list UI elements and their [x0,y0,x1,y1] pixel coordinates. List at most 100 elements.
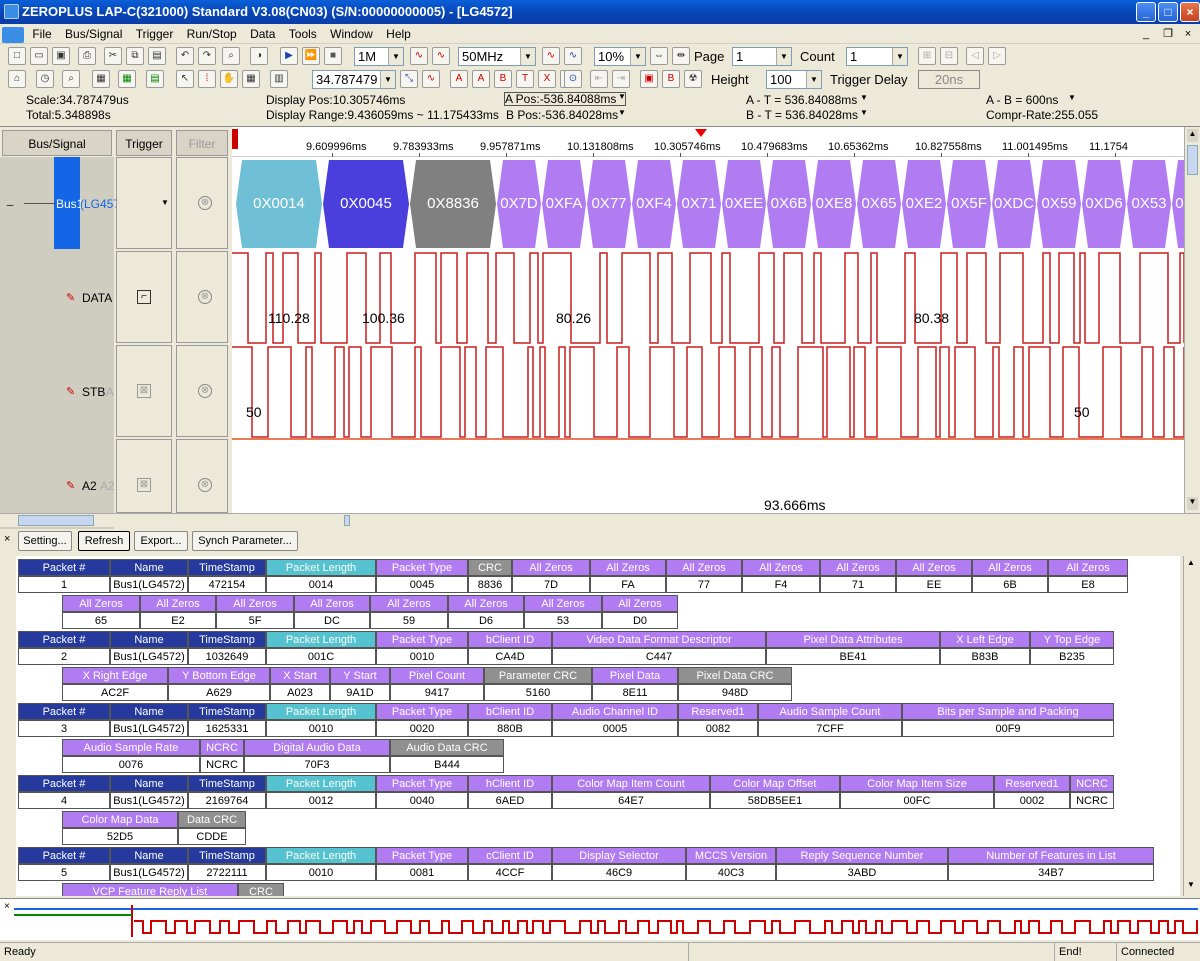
packet-value-cell[interactable]: 5160 [484,684,592,701]
trigger-delay-value[interactable]: 20ns [918,70,980,89]
packet-value-cell[interactable]: 8836 [468,576,512,593]
wave-blue-icon[interactable]: ∿ [564,47,582,65]
trigger-position-select[interactable]: 10% ▼ [594,47,646,66]
packet-value-cell[interactable]: NCRC [200,756,244,773]
menu-tools[interactable]: Tools [284,24,322,44]
packet-value-cell[interactable]: 6AED [468,792,552,809]
search-signal-icon[interactable]: ⌕ [62,70,80,88]
scale-select[interactable]: 34.787479 ▼ [312,70,396,89]
clock-wave2-icon[interactable]: ∿ [432,47,450,65]
packet-value-cell[interactable]: CDDE [178,828,246,845]
packet-value-cell[interactable]: 0020 [376,720,468,737]
height-select[interactable]: 100 ▼ [766,70,822,89]
packet-value-cell[interactable]: Bus1(LG4572) [110,648,188,665]
packet-value-cell[interactable]: 0014 [266,576,376,593]
export-button[interactable]: Export... [134,531,188,551]
packet-value-cell[interactable]: Bus1(LG4572) [110,720,188,737]
signal-row-bus1[interactable]: − Bus1 (LG457 [0,157,120,251]
packet-value-cell[interactable]: 65 [62,612,140,629]
packet-value-cell[interactable]: 52D5 [62,828,178,845]
search-next-icon[interactable]: ⇥ [612,70,630,88]
packet-value-cell[interactable]: 00F9 [902,720,1114,737]
paste-icon[interactable]: ▤ [148,47,166,65]
packet-value-cell[interactable]: Bus1(LG4572) [110,792,188,809]
radiation-icon[interactable]: ☢ [684,70,702,88]
zoom-out-icon[interactable]: ⤡ [400,70,418,88]
count-select[interactable]: 1 ▼ [846,47,908,66]
packet-value-cell[interactable]: 6B [972,576,1048,593]
packet-value-cell[interactable]: 0010 [376,648,468,665]
page-next-icon[interactable]: ▷ [988,47,1006,65]
scroll-thumb-main[interactable] [344,515,350,526]
packet-value-cell[interactable]: 0010 [266,720,376,737]
packet-value-cell[interactable]: 64E7 [552,792,710,809]
undo-icon[interactable]: ↶ [176,47,194,65]
packet-value-cell[interactable]: E2 [140,612,216,629]
bus-view-icon[interactable]: ▦ [92,70,110,88]
horizontal-scrollbar[interactable] [0,513,1200,527]
packet-value-cell[interactable]: 53 [524,612,602,629]
scroll-thumb[interactable] [1187,145,1198,175]
chevron-down-icon[interactable]: ▼ [860,108,868,117]
packet-value-cell[interactable]: C447 [552,648,766,665]
packet-value-cell[interactable]: 001C [266,648,376,665]
packet-value-cell[interactable]: D6 [448,612,524,629]
close-button[interactable]: × [1180,2,1200,22]
filter-cell-bus1[interactable]: ⊗ [176,157,228,249]
chevron-down-icon[interactable]: ▼ [860,93,868,102]
scroll-down-icon[interactable]: ▼ [1185,880,1197,892]
scroll-down-icon[interactable]: ▼ [1187,497,1198,510]
setting-button[interactable]: Setting... [18,531,72,551]
packet-value-cell[interactable]: A023 [270,684,330,701]
minimize-button[interactable]: _ [1136,2,1156,22]
packet-value-cell[interactable]: FA [590,576,666,593]
bar-b-icon[interactable]: B [494,70,512,88]
menu-trigger[interactable]: Trigger [131,24,179,44]
scroll-thumb-left[interactable] [18,515,94,526]
chevron-down-icon[interactable]: ▼ [618,92,626,101]
mdi-close-icon[interactable]: × [1180,26,1196,42]
packet-value-cell[interactable]: 880B [468,720,552,737]
menu-window[interactable]: Window [325,24,378,44]
packet-value-cell[interactable]: 46C9 [552,864,686,881]
packet-value-cell[interactable]: 2722111 [188,864,266,881]
packet-value-cell[interactable]: 0082 [678,720,758,737]
menu-file[interactable]: File [27,24,56,44]
packet-value-cell[interactable]: 8E11 [592,684,678,701]
packet-value-cell[interactable]: 4CCF [468,864,552,881]
packet-value-cell[interactable]: 472154 [188,576,266,593]
packet-value-cell[interactable]: 0005 [552,720,678,737]
packet-value-cell[interactable]: 7CFF [758,720,902,737]
packet-value-cell[interactable]: B235 [1030,648,1114,665]
packet-value-cell[interactable]: 2169764 [188,792,266,809]
search-prev-icon[interactable]: ⇤ [590,70,608,88]
find-icon[interactable]: ⌕ [222,47,240,65]
packet-value-cell[interactable]: 0045 [376,576,468,593]
packet-value-cell[interactable]: 70F3 [244,756,390,773]
bar-a2-icon[interactable]: A [472,70,490,88]
packet-view-icon[interactable]: ▦ [118,70,136,88]
wave-red-icon[interactable]: ∿ [542,47,560,65]
packet-value-cell[interactable]: 4 [18,792,110,809]
packet-value-cell[interactable]: A629 [168,684,270,701]
packet-value-cell[interactable]: 34B7 [948,864,1154,881]
packet-value-cell[interactable]: 9A1D [330,684,390,701]
new-file-icon[interactable]: □ [8,47,26,65]
mdi-minimize-icon[interactable]: _ [1138,26,1154,42]
bar-t-icon[interactable]: T [516,70,534,88]
packet-value-cell[interactable]: 1 [18,576,110,593]
chevron-down-icon[interactable]: ▼ [618,108,626,117]
packet-value-cell[interactable]: CA4D [468,648,552,665]
page-select[interactable]: 1 ▼ [732,47,792,66]
signal-row-stb[interactable]: ✎ STB A [0,345,114,439]
packet-value-cell[interactable]: 58DB5EE1 [710,792,840,809]
add-page-icon[interactable]: ⊞ [918,47,936,65]
chevron-down-icon[interactable]: ▼ [1068,93,1076,102]
packet-value-cell[interactable]: 1625331 [188,720,266,737]
packet-value-cell[interactable]: 3 [18,720,110,737]
packet-value-cell[interactable]: 1032649 [188,648,266,665]
packet-value-cell[interactable]: 77 [666,576,742,593]
menu-help[interactable]: Help [381,24,416,44]
packet-value-cell[interactable]: DC [294,612,370,629]
zoom-in-icon[interactable]: ∿ [422,70,440,88]
